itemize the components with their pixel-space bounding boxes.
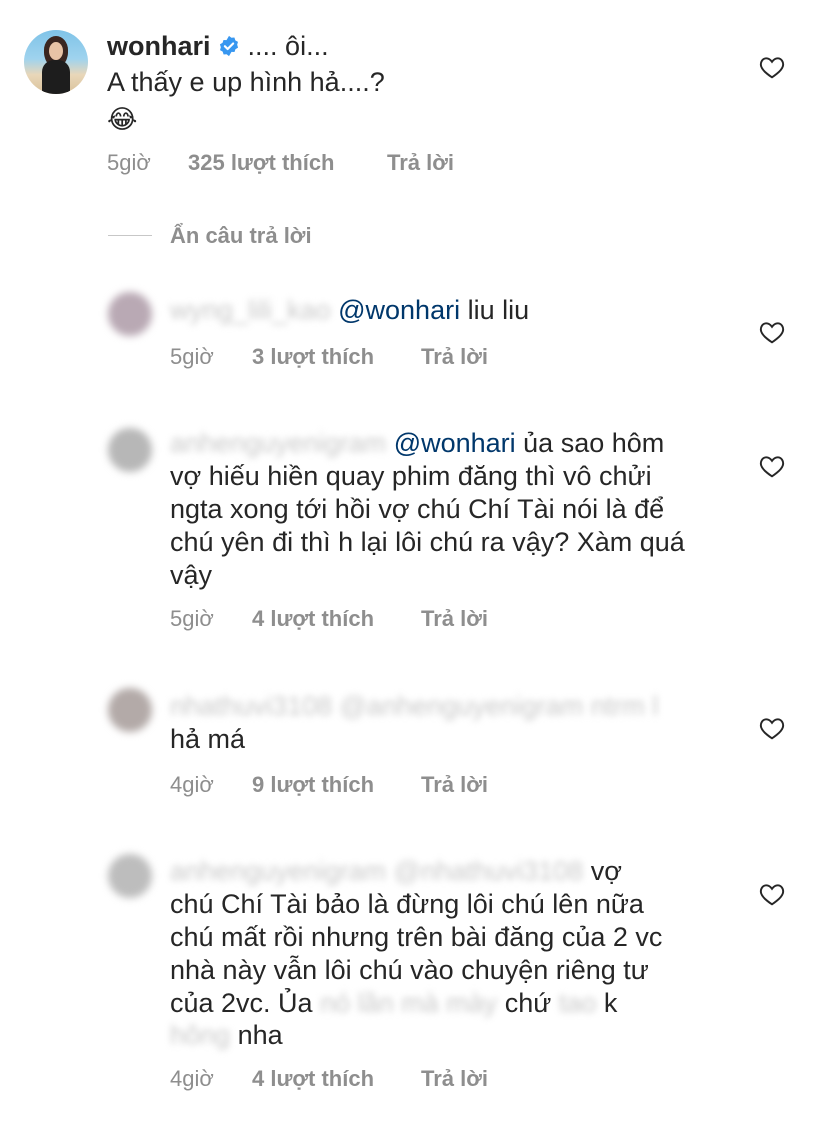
reply-time: 5giờ xyxy=(170,606,214,631)
reply-line: chú mất rồi nhưng trên bài đăng của 2 vc xyxy=(170,922,663,952)
comment-text: wonhari .... ôi... xyxy=(107,30,329,63)
heart-icon[interactable] xyxy=(759,55,785,79)
avatar[interactable] xyxy=(108,292,152,336)
blurred-text: tao xyxy=(558,988,597,1018)
heart-icon[interactable] xyxy=(759,882,785,906)
username[interactable]: wonhari xyxy=(107,31,211,61)
reply-line-part: nha xyxy=(237,1020,283,1050)
reply-line-part: của 2vc. Ủa xyxy=(170,988,313,1018)
reply-line: hông nha xyxy=(170,1019,283,1052)
comment-line: .... ôi... xyxy=(247,31,329,61)
likes-count[interactable]: 3 lượt thích xyxy=(252,344,374,370)
avatar-wonhari[interactable] xyxy=(24,30,88,94)
reply-line-part: chứ xyxy=(504,988,552,1018)
reply-line-part: k xyxy=(603,988,618,1018)
reply-line: của 2vc. Ủa nó lần mà mày chứ tao k xyxy=(170,987,617,1020)
reply-line: chú Chí Tài bảo là đừng lôi chú lên nữa xyxy=(170,889,644,919)
avatar[interactable] xyxy=(108,854,152,898)
reply-line: vợ xyxy=(590,856,622,886)
reply-button[interactable]: Trả lời xyxy=(421,772,488,798)
likes-count[interactable]: 9 lượt thích xyxy=(252,772,374,798)
reply-time: 4giờ xyxy=(170,1066,214,1091)
comment-time: 5giờ xyxy=(107,150,151,175)
reply-button[interactable]: Trả lời xyxy=(421,1066,488,1092)
reply-text: anhenguyenigram @wonhari ủa sao hôm xyxy=(170,427,664,460)
blurred-text: nhathuvi3108 @anhenguyenigram ntrm l xyxy=(170,691,659,721)
blurred-username: nhathuvi3108 @anhenguyenigram ntrm l xyxy=(170,690,658,723)
blurred-text: anhenguyenigram @nhathuvi3108 xyxy=(170,856,584,886)
reply-text: anhenguyenigram @nhathuvi3108 vợ xyxy=(170,855,622,888)
reply-line: ngta xong tới hồi vợ chú Chí Tài nói là … xyxy=(170,494,665,524)
reply-time: 5giờ xyxy=(170,344,214,369)
hide-replies-button[interactable]: Ẩn câu trả lời xyxy=(170,223,312,249)
reply-button[interactable]: Trả lời xyxy=(387,150,454,176)
blurred-text: hông xyxy=(170,1020,231,1050)
reply-line: vậy xyxy=(170,560,213,590)
reply-line: hả má xyxy=(170,724,246,754)
heart-icon[interactable] xyxy=(759,320,785,344)
likes-count[interactable]: 4 lượt thích xyxy=(252,606,374,632)
reply-line: liu liu xyxy=(460,295,530,325)
laughing-emoji-icon: 😂 xyxy=(107,104,138,134)
heart-icon[interactable] xyxy=(759,454,785,478)
reply-button[interactable]: Trả lời xyxy=(421,606,488,632)
avatar[interactable] xyxy=(108,428,152,472)
reply-time: 4giờ xyxy=(170,772,214,797)
divider-line xyxy=(108,235,152,236)
reply-line: ủa sao hôm xyxy=(515,428,665,458)
reply-button[interactable]: Trả lời xyxy=(421,344,488,370)
likes-count[interactable]: 4 lượt thích xyxy=(252,1066,374,1092)
heart-icon[interactable] xyxy=(759,716,785,740)
verified-badge-icon xyxy=(219,35,239,57)
avatar[interactable] xyxy=(108,688,152,732)
blurred-username: anhenguyenigram xyxy=(170,428,387,458)
reply-text: wyng_lili_kao @wonhari liu liu xyxy=(170,294,529,327)
reply-line: vợ hiếu hiền quay phim đăng thì vô chửi xyxy=(170,461,652,491)
reply-line: chú yên đi thì h lại lôi chú ra vậy? Xàm… xyxy=(170,527,685,557)
likes-count[interactable]: 325 lượt thích xyxy=(188,150,335,176)
mention-link[interactable]: @wonhari xyxy=(338,295,460,325)
blurred-text: nó lần mà mày xyxy=(320,988,498,1018)
reply-line: nhà này vẫn lôi chú vào chuyện riêng tư xyxy=(170,955,649,985)
mention-link[interactable]: @wonhari xyxy=(394,428,516,458)
comment-line: A thấy e up hình hả....? xyxy=(107,67,385,97)
blurred-username: wyng_lili_kao xyxy=(170,295,331,325)
